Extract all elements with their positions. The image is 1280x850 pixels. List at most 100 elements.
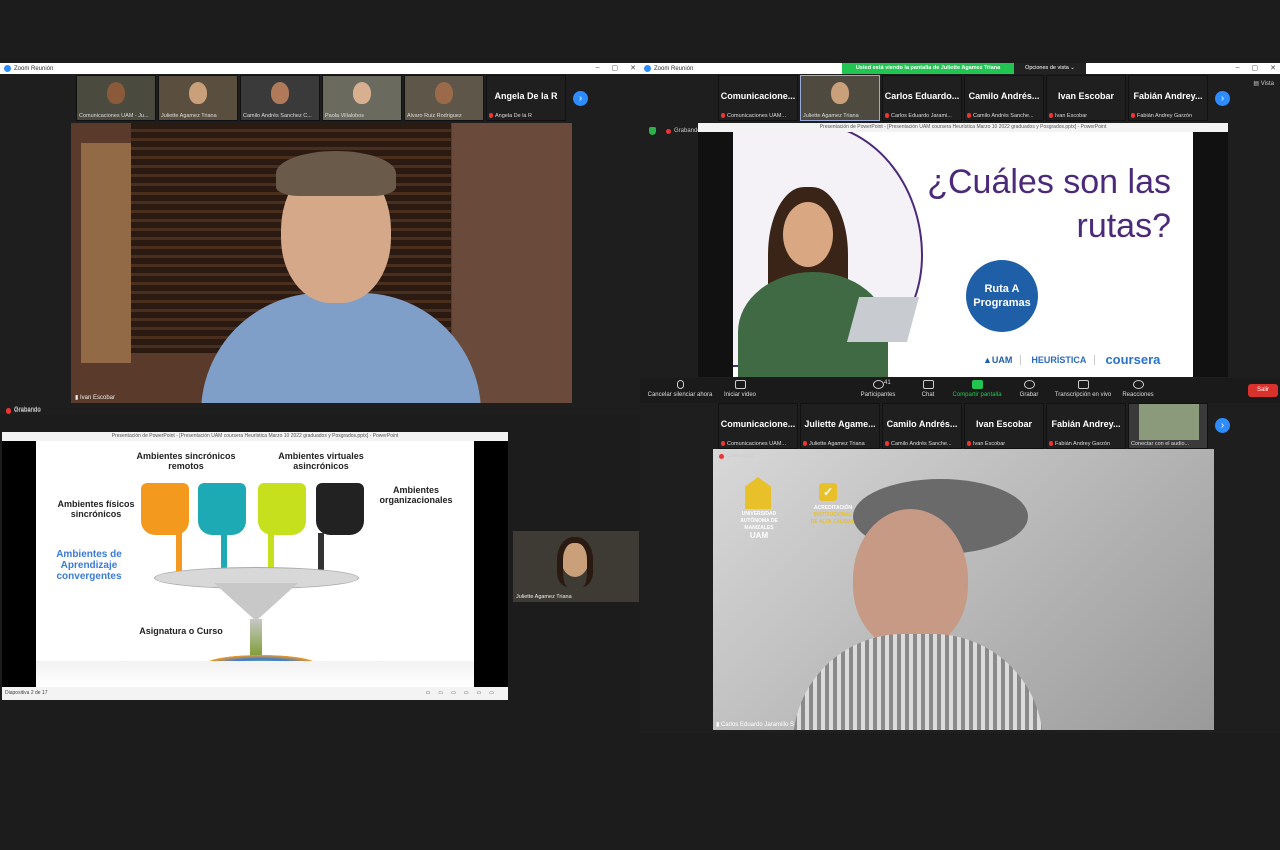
muted-mic-icon [885, 441, 889, 447]
close-icon[interactable]: ✕ [1270, 64, 1276, 72]
label-sincronicos-remotos: Ambientes sincrónicos remotos [136, 451, 236, 471]
chat-icon [922, 380, 934, 389]
participant-name: Fabián Andrey Garzón [1131, 113, 1192, 119]
participant-name: Juliette Agamez Triana [803, 113, 859, 119]
participant-big-name: Carlos Eduardo... [884, 91, 960, 101]
start-video-button[interactable]: Iniciar video [718, 380, 762, 398]
participant-thumb[interactable]: Comunicacione... Comunicaciones UAM... [718, 403, 798, 449]
zoom-window-4: Comunicacione... Comunicaciones UAM... J… [640, 403, 1280, 733]
microphone-icon [676, 380, 684, 389]
participant-name: Juliette Agamez Triana [161, 113, 217, 119]
next-page-icon[interactable]: › [573, 91, 588, 106]
coursera-logo: coursera [1105, 352, 1161, 367]
chat-button[interactable]: Chat [912, 380, 944, 398]
participant-thumb[interactable]: Angela De la R Angela De la R [486, 75, 566, 121]
record-icon [1023, 380, 1035, 389]
unmute-button[interactable]: Cancelar silenciar ahora [644, 380, 716, 398]
participant-thumb[interactable]: Conectar con el audio... [1128, 403, 1208, 449]
logos-bar: ▲UAM HEURÍSTICA coursera [983, 342, 1193, 377]
participant-name: Conectar con el audio... [1131, 441, 1190, 447]
participant-thumb[interactable]: Camilo Andrés... Camilo Andrés Sanche... [964, 75, 1044, 121]
shared-screen: Presentación de PowerPoint - [Presentaci… [698, 123, 1228, 377]
participant-thumb[interactable]: Camilo Andrés... Camilo Andrés Sanche... [882, 403, 962, 449]
participant-thumb[interactable]: Alvaro Ruiz Rodriguez [404, 75, 484, 121]
maximize-icon[interactable]: ▢ [1252, 64, 1259, 72]
reactions-button[interactable]: Reacciones [1118, 380, 1158, 398]
participant-thumb[interactable]: Juliette Agamez Triana [158, 75, 238, 121]
participant-name: Paola Villalobos [325, 113, 365, 119]
participant-thumb[interactable]: Fabián Andrey... Fabián Andrey Garzón [1046, 403, 1126, 449]
next-page-icon[interactable]: › [1215, 91, 1230, 106]
participant-big-name: Fabián Andrey... [1133, 91, 1203, 101]
participant-thumb[interactable]: Ivan Escobar Ivan Escobar [964, 403, 1044, 449]
participant-name: Juliette Agamez Triana [516, 594, 572, 600]
participant-video [435, 82, 453, 104]
muted-mic-icon [967, 441, 971, 447]
next-page-icon[interactable]: › [1215, 418, 1230, 433]
floating-self-video[interactable]: Juliette Agamez Triana [513, 531, 639, 602]
muted-mic-icon [489, 113, 493, 119]
label-asignatura: Asignatura o Curso [139, 626, 223, 636]
participants-button[interactable]: Participantes 41 [848, 380, 908, 398]
paint-stream [221, 533, 227, 571]
active-speaker-video: ▮ Ivan Escobar [71, 123, 572, 403]
paint-stream [176, 533, 182, 571]
smiley-icon [1132, 380, 1144, 389]
student-photo [733, 177, 920, 377]
participant-big-name: Comunicacione... [720, 419, 796, 429]
logo-line: AUTÓNOMA DE [740, 518, 778, 524]
participant-video [1139, 404, 1199, 440]
funnel-spout [250, 619, 262, 659]
cc-icon [1077, 380, 1089, 389]
lime-paint-bucket-icon [258, 483, 306, 535]
participant-thumb[interactable]: Carlos Eduardo... Carlos Eduardo Jarami.… [882, 75, 962, 121]
minimize-icon[interactable]: – [1236, 64, 1240, 72]
participant-thumb[interactable]: Camilo Andrés Sanchez C... [240, 75, 320, 121]
participant-name: Juliette Agamez Triana [803, 441, 865, 447]
recording-dot-icon [666, 128, 671, 134]
participant-name: Alvaro Ruiz Rodriguez [407, 113, 462, 119]
recording-label: Grabando [727, 453, 754, 459]
label-fisicos-sincronicos: Ambientes físicos sincrónicos [57, 499, 135, 519]
participant-name: Ivan Escobar [967, 441, 1005, 447]
route-a-button[interactable]: Ruta A Programas [966, 260, 1038, 332]
zoom-logo-icon [644, 65, 651, 72]
slide-counter: Diapositiva 2 de 17 [5, 690, 48, 696]
participant-big-name: Juliette Agame... [804, 419, 876, 429]
participant-name: Comunicaciones UAM - Ju... [79, 113, 149, 119]
close-icon[interactable]: ✕ [630, 64, 636, 72]
recording-label: Grabando [14, 408, 41, 414]
participant-name: Camilo Andrés Sanche... [885, 441, 952, 447]
participant-name: Camilo Andrés Sanche... [967, 113, 1034, 119]
black-paint-bucket-icon [316, 483, 364, 535]
leave-button[interactable]: Salir [1248, 384, 1278, 397]
titlebar: Zoom Reunión – ▢ ✕ [0, 63, 640, 74]
minimize-icon[interactable]: – [596, 64, 600, 72]
slide: ¿Cuáles son las rutas? Ruta A Programas … [733, 132, 1193, 377]
participant-thumb[interactable]: Fabián Andrey... Fabián Andrey Garzón [1128, 75, 1208, 121]
participant-thumb[interactable]: Juliette Agame... Juliette Agamez Triana [800, 403, 880, 449]
maximize-icon[interactable]: ▢ [612, 64, 619, 72]
live-transcript-button[interactable]: Transcripción en vivo [1048, 380, 1118, 398]
view-options-button[interactable]: Opciones de vista ⌄ [1014, 63, 1086, 74]
muted-mic-icon [803, 441, 807, 447]
participant-thumb[interactable]: Juliette Agamez Triana [800, 75, 880, 121]
muted-mic-icon [1049, 113, 1053, 119]
meeting-toolbar: Cancelar silenciar ahora Iniciar video P… [640, 378, 1280, 403]
participant-big-name: Fabián Andrey... [1051, 419, 1121, 429]
heading-line-2: rutas? [1076, 207, 1172, 245]
participant-thumb[interactable]: Comunicacione... Comunicaciones UAM... [718, 75, 798, 121]
participant-thumb[interactable]: Ivan Escobar Ivan Escobar [1046, 75, 1126, 121]
view-controls[interactable]: ▭▭▭▭▭▭ [426, 687, 502, 700]
view-icon[interactable]: ▤ Vista [1253, 80, 1274, 87]
participant-thumb[interactable]: Comunicaciones UAM - Ju... [76, 75, 156, 121]
participant-video [353, 82, 371, 104]
recording-dot-icon [719, 453, 724, 459]
share-screen-button[interactable]: Compartir pantalla [946, 380, 1008, 398]
participant-big-name: Camilo Andrés... [968, 91, 1040, 101]
accreditation-check-icon: ✓ [819, 483, 837, 501]
record-button[interactable]: Grabar [1012, 380, 1046, 398]
heading-line-1: ¿Cuáles son las [927, 163, 1171, 201]
participant-thumb[interactable]: Paola Villalobos [322, 75, 402, 121]
label-organizacionales: Ambientes organizacionales [379, 485, 453, 505]
